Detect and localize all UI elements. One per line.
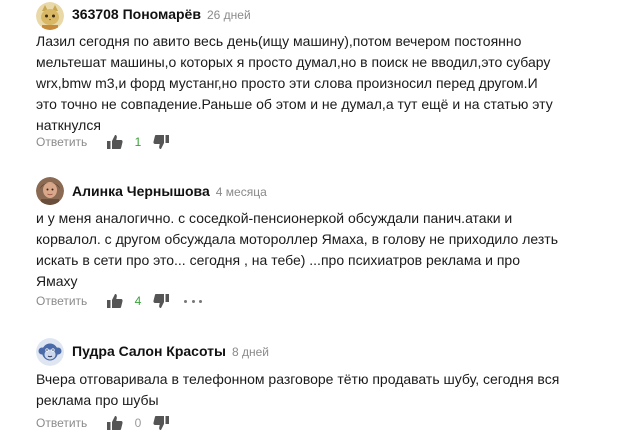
like-count: 4 <box>134 294 142 308</box>
monkey-avatar[interactable] <box>36 338 64 366</box>
like-count: 0 <box>134 416 142 430</box>
comment-line: мельтешат машины,о которых я просто дума… <box>36 54 551 70</box>
comment-line: Вчера отговаривала в телефонном разговор… <box>36 371 560 387</box>
comment-line: это точно не совпадение.Раньше об этом и… <box>36 96 553 112</box>
comment-line: и у меня аналогично. с соседкой-пенсионе… <box>36 210 513 226</box>
comment-line: искать в сети про это... сегодня , на те… <box>36 252 520 268</box>
thumbs-up-icon[interactable] <box>106 133 124 151</box>
comment-line: корвалол. с другом обсуждала мотороллер … <box>36 231 558 247</box>
comment-line: реклама про шубы <box>36 392 159 408</box>
comment-actions: Ответить 1 <box>36 132 170 152</box>
thumbs-down-icon[interactable] <box>152 133 170 151</box>
reply-button[interactable]: Ответить <box>36 294 106 308</box>
comment-actions: Ответить 0 <box>36 413 170 433</box>
comment-header: Алинка Чернышова 4 месяца <box>72 183 267 201</box>
comment-time[interactable]: 26 дней <box>207 8 251 22</box>
reply-button[interactable]: Ответить <box>36 416 106 430</box>
like-count: 1 <box>134 135 142 149</box>
comment-text: Лазил сегодня по авито весь день(ищу маш… <box>36 31 606 136</box>
author-name[interactable]: Пудра Салон Красоты <box>72 343 226 359</box>
thumbs-down-icon[interactable] <box>152 414 170 432</box>
author-name[interactable]: 363708 Пономарёв <box>72 6 201 22</box>
comment-time[interactable]: 8 дней <box>232 345 269 359</box>
comment-line: Ямаху <box>36 273 78 289</box>
author-name[interactable]: Алинка Чернышова <box>72 183 210 199</box>
comment-header: 363708 Пономарёв 26 дней <box>72 6 251 24</box>
comment-time[interactable]: 4 месяца <box>216 185 267 199</box>
comment-actions: Ответить 4 <box>36 291 202 311</box>
comment-line: Лазил сегодня по авито весь день(ищу маш… <box>36 33 522 49</box>
thumbs-up-icon[interactable] <box>106 292 124 310</box>
thumbs-down-icon[interactable] <box>152 292 170 310</box>
thumbs-up-icon[interactable] <box>106 414 124 432</box>
comment-text: и у меня аналогично. с соседкой-пенсионе… <box>36 208 606 292</box>
comment-text: Вчера отговаривала в телефонном разговор… <box>36 369 606 411</box>
comment-header: Пудра Салон Красоты 8 дней <box>72 343 269 361</box>
more-options-icon[interactable] <box>184 292 202 310</box>
cat-avatar[interactable] <box>36 2 64 30</box>
comment-line: wrx,bmw m3,и форд мустанг,но просто эти … <box>36 75 538 91</box>
reply-button[interactable]: Ответить <box>36 135 106 149</box>
photo-avatar[interactable] <box>36 177 64 205</box>
